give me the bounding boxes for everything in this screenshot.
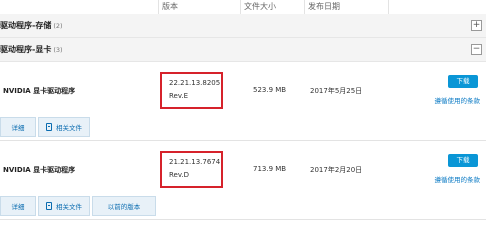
terms-of-use-link[interactable]: 遵循使用的条款 bbox=[435, 95, 481, 105]
tab-previous-versions[interactable]: 以前的版本 bbox=[92, 196, 156, 216]
category-title-text: 驱动程序-存储 bbox=[0, 21, 52, 30]
category-title: 驱动程序-存储 (2) bbox=[0, 20, 63, 31]
column-header-file-size: 文件大小 bbox=[244, 2, 276, 11]
category-title: 驱动程序-显卡 (3) bbox=[0, 44, 63, 55]
column-header-row: 版本 文件大小 发布日期 bbox=[0, 0, 486, 14]
tab-label: 相关文件 bbox=[56, 124, 82, 132]
tab-label: 详细 bbox=[11, 124, 25, 132]
driver-tabs: 详细 相关文件 以前的版本 bbox=[0, 196, 158, 216]
tab-label: 相关文件 bbox=[56, 203, 82, 211]
column-separator bbox=[158, 0, 159, 14]
column-header-version: 版本 bbox=[162, 2, 178, 11]
tab-related-files[interactable]: 相关文件 bbox=[38, 117, 90, 137]
expand-toggle-icon[interactable]: + bbox=[471, 20, 482, 31]
driver-tabs: 详细 相关文件 bbox=[0, 117, 92, 137]
download-button[interactable]: 下载 bbox=[448, 75, 478, 88]
driver-release-date: 2017年5月25日 bbox=[310, 87, 363, 95]
terms-of-use-link[interactable]: 遵循使用的条款 bbox=[435, 174, 481, 184]
tab-label: 详细 bbox=[11, 203, 25, 211]
driver-file-size: 713.9 MB bbox=[253, 165, 287, 173]
tab-label: 以前的版本 bbox=[107, 203, 141, 211]
category-row-graphics[interactable]: 驱动程序-显卡 (3) − bbox=[0, 38, 486, 62]
version-highlight-box bbox=[160, 151, 223, 188]
driver-name: NVIDIA 显卡驱动程序 bbox=[3, 87, 76, 95]
category-row-storage[interactable]: 驱动程序-存储 (2) + bbox=[0, 14, 486, 38]
driver-row: NVIDIA 显卡驱动程序 22.21.13.8205 Rev.E 523.9 … bbox=[0, 63, 486, 141]
tab-related-files[interactable]: 相关文件 bbox=[38, 196, 90, 216]
column-header-release-date: 发布日期 bbox=[308, 2, 340, 11]
tab-details[interactable]: 详细 bbox=[0, 196, 36, 216]
column-separator bbox=[240, 0, 241, 14]
document-icon bbox=[46, 123, 52, 131]
version-highlight-box bbox=[160, 72, 223, 109]
tab-details[interactable]: 详细 bbox=[0, 117, 36, 137]
collapse-toggle-icon[interactable]: − bbox=[471, 44, 482, 55]
column-separator bbox=[304, 0, 305, 14]
driver-file-size: 523.9 MB bbox=[253, 86, 287, 94]
category-count: (2) bbox=[53, 22, 63, 30]
category-title-text: 驱动程序-显卡 bbox=[0, 45, 52, 54]
category-count: (3) bbox=[53, 46, 63, 54]
document-icon bbox=[46, 202, 52, 210]
driver-release-date: 2017年2月20日 bbox=[310, 166, 363, 174]
column-separator bbox=[388, 0, 389, 14]
download-button[interactable]: 下载 bbox=[448, 154, 478, 167]
driver-name: NVIDIA 显卡驱动程序 bbox=[3, 166, 76, 174]
driver-row: NVIDIA 显卡驱动程序 21.21.13.7674 Rev.D 713.9 … bbox=[0, 142, 486, 220]
